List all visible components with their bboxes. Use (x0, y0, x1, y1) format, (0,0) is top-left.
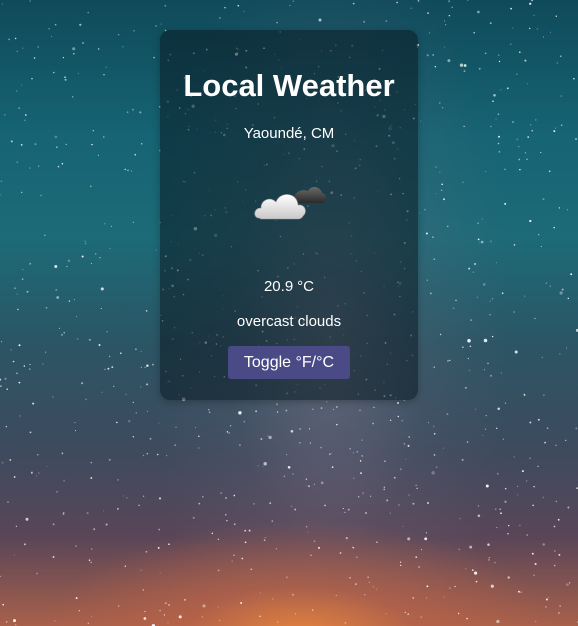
overcast-clouds-icon (253, 178, 329, 226)
temperature-unit: °C (297, 278, 315, 295)
page-title: Local Weather (183, 68, 395, 103)
location-label: Yaoundé, CM (243, 125, 335, 142)
temperature-readout: 20.9 °C (160, 278, 418, 295)
weather-description: overcast clouds (236, 313, 342, 330)
temperature-value: 20.9 (263, 278, 294, 295)
toggle-unit-button[interactable]: Toggle °F/°C (228, 346, 350, 379)
weather-card: Local Weather Yaoundé, CM 20.9 °C overcas… (160, 30, 418, 400)
